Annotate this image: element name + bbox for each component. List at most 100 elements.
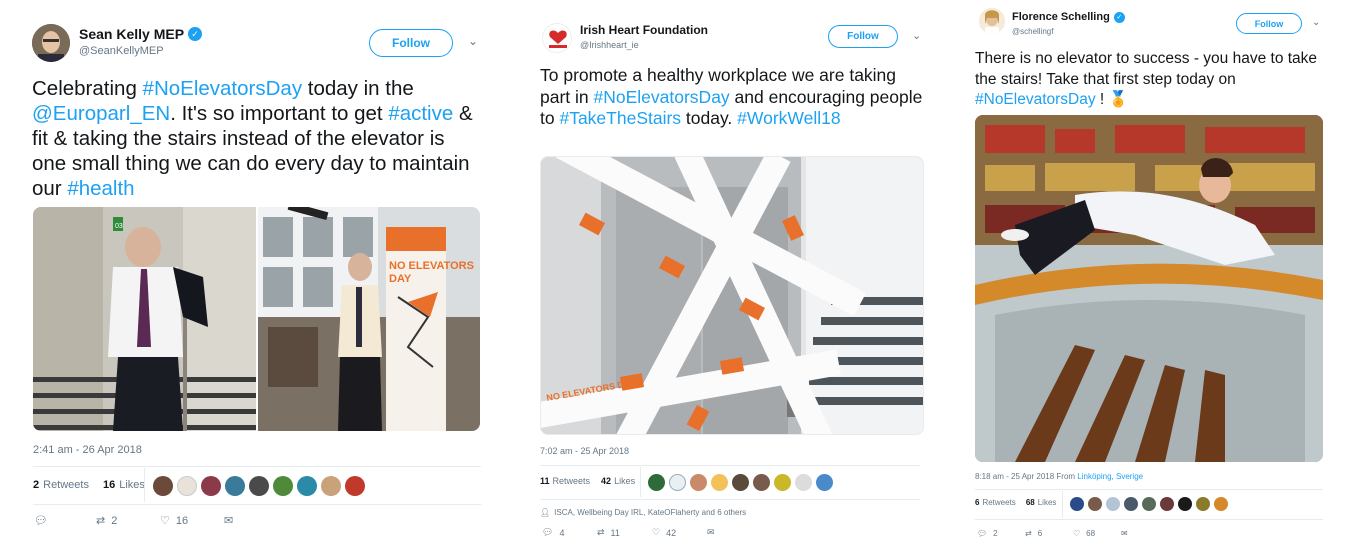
- reply-button[interactable]: 💬︎ 4: [542, 527, 597, 538]
- banner-text: NO ELEVATORS: [389, 260, 474, 272]
- tweet-photo-banner[interactable]: NO ELEVATORS DAY: [258, 207, 480, 431]
- like-count[interactable]: 42: [601, 476, 611, 486]
- avatar[interactable]: [979, 8, 1005, 34]
- avatar[interactable]: [690, 474, 707, 491]
- avatar[interactable]: [816, 474, 833, 491]
- hashtag-link[interactable]: #health: [67, 177, 134, 200]
- like-label[interactable]: Likes: [1038, 498, 1057, 507]
- author-handle[interactable]: @Irishheart_ie: [580, 40, 639, 50]
- timestamp-text[interactable]: 8:18 am - 25 Apr 2018 From: [975, 472, 1077, 481]
- author-handle[interactable]: @SeanKellyMEP: [79, 45, 164, 57]
- retweet-count[interactable]: 2: [33, 479, 39, 491]
- text-part: today.: [681, 108, 738, 128]
- chevron-down-icon[interactable]: ⌄: [912, 29, 921, 42]
- avatar[interactable]: [795, 474, 812, 491]
- avatar[interactable]: [273, 476, 293, 496]
- retweet-button[interactable]: ⇄ 2: [96, 514, 160, 528]
- also-liked-row[interactable]: 👤︎ ISCA, Wellbeing Day IRL, KateOFlahert…: [540, 508, 746, 517]
- avatar[interactable]: [1196, 497, 1210, 511]
- reply-button[interactable]: 💬︎: [34, 514, 96, 527]
- retweet-count[interactable]: 6: [975, 498, 979, 507]
- avatar[interactable]: [297, 476, 317, 496]
- like-label[interactable]: Likes: [614, 476, 635, 486]
- text-part: . It's so important to get: [170, 102, 389, 125]
- author-name[interactable]: Sean Kelly MEP: [79, 26, 184, 42]
- hashtag-link[interactable]: #WorkWell18: [737, 108, 840, 128]
- avatar[interactable]: [774, 474, 791, 491]
- avatar[interactable]: [345, 476, 365, 496]
- avatar[interactable]: [249, 476, 269, 496]
- avatar[interactable]: [1214, 497, 1228, 511]
- avatar[interactable]: [201, 476, 221, 496]
- avatar[interactable]: [753, 474, 770, 491]
- retweet-label[interactable]: Retweets: [553, 476, 591, 486]
- hashtag-link[interactable]: #NoElevatorsDay: [143, 77, 303, 100]
- tweet-photo-library[interactable]: [975, 115, 1323, 462]
- hashtag-link[interactable]: #NoElevatorsDay: [975, 91, 1096, 108]
- like-count[interactable]: 16: [103, 479, 115, 491]
- chevron-down-icon[interactable]: ⌄: [468, 34, 478, 48]
- like-button[interactable]: ♡ 16: [160, 514, 224, 528]
- like-button[interactable]: ♡ 42: [652, 527, 707, 538]
- text-part: ! 🏅: [1095, 91, 1128, 108]
- text-part: today in the: [302, 77, 414, 100]
- like-label[interactable]: Likes: [119, 479, 145, 491]
- retweet-label[interactable]: Retweets: [982, 498, 1015, 507]
- avatar[interactable]: [1106, 497, 1120, 511]
- avatar[interactable]: [1124, 497, 1138, 511]
- avatar[interactable]: [732, 474, 749, 491]
- follow-button[interactable]: Follow: [828, 25, 898, 48]
- avatar[interactable]: [648, 474, 665, 491]
- chevron-down-icon[interactable]: ⌄: [1312, 17, 1320, 28]
- avatar[interactable]: [32, 24, 70, 62]
- hashtag-link[interactable]: #NoElevatorsDay: [594, 87, 730, 107]
- avatar[interactable]: [711, 474, 728, 491]
- reply-button[interactable]: 💬︎ 2: [977, 529, 1025, 538]
- follow-button[interactable]: Follow: [1236, 13, 1302, 34]
- also-liked-text[interactable]: ISCA, Wellbeing Day IRL, KateOFlaherty a…: [554, 508, 746, 517]
- hashtag-link[interactable]: #TakeTheStairs: [559, 108, 681, 128]
- avatar[interactable]: [1088, 497, 1102, 511]
- message-button[interactable]: ✉: [707, 527, 715, 538]
- retweet-button[interactable]: ⇄ 6: [1025, 529, 1073, 538]
- retweet-icon: ⇄: [96, 515, 106, 527]
- author-row[interactable]: Irish Heart Foundation: [580, 23, 708, 37]
- location-link[interactable]: Linköping, Sverige: [1077, 472, 1143, 481]
- avatar[interactable]: [1178, 497, 1192, 511]
- avatar[interactable]: [1160, 497, 1174, 511]
- tweet-timestamp[interactable]: 7:02 am - 25 Apr 2018: [540, 446, 629, 456]
- message-button[interactable]: ✉: [1121, 529, 1128, 538]
- avatar[interactable]: [177, 476, 197, 496]
- tweet-timestamp[interactable]: 8:18 am - 25 Apr 2018 From Linköping, Sv…: [975, 472, 1143, 481]
- follow-button[interactable]: Follow: [369, 29, 453, 57]
- author-name[interactable]: Irish Heart Foundation: [580, 23, 708, 37]
- heart-icon: ♡: [160, 515, 170, 527]
- author-handle[interactable]: @schellingf: [1012, 27, 1053, 36]
- hashtag-link[interactable]: #active: [388, 102, 453, 125]
- avatar[interactable]: [669, 474, 686, 491]
- author-row[interactable]: Sean Kelly MEP ✓: [79, 26, 203, 42]
- avatar[interactable]: [225, 476, 245, 496]
- avatar[interactable]: [542, 23, 572, 53]
- retweet-count[interactable]: 11: [540, 476, 550, 486]
- people-icon: 👤︎: [540, 508, 551, 517]
- avatar[interactable]: [321, 476, 341, 496]
- like-count[interactable]: 68: [1026, 498, 1035, 507]
- retweet-label[interactable]: Retweets: [43, 479, 89, 491]
- avatar[interactable]: [1070, 497, 1084, 511]
- avatar[interactable]: [1142, 497, 1156, 511]
- author-name[interactable]: Florence Schelling: [1012, 11, 1110, 23]
- tweet-photo-stairs[interactable]: 03: [33, 207, 256, 431]
- reply-icon: 💬︎: [977, 529, 988, 538]
- mention-link[interactable]: @Europarl_EN: [32, 102, 170, 125]
- tweet-timestamp[interactable]: 2:41 am - 26 Apr 2018: [33, 444, 142, 456]
- avatar[interactable]: [153, 476, 173, 496]
- retweet-button[interactable]: ⇄ 11: [597, 527, 652, 538]
- like-button[interactable]: ♡ 68: [1073, 529, 1121, 538]
- tweet-text: Celebrating #NoElevatorsDay today in the…: [32, 76, 484, 201]
- author-row[interactable]: Florence Schelling ✓: [1012, 11, 1125, 23]
- message-button[interactable]: ✉: [224, 514, 233, 527]
- tweet-photo-elevator[interactable]: NO ELEVATORS DAY: [540, 156, 924, 435]
- liker-avatars: [1070, 497, 1232, 511]
- envelope-icon: ✉: [224, 515, 234, 527]
